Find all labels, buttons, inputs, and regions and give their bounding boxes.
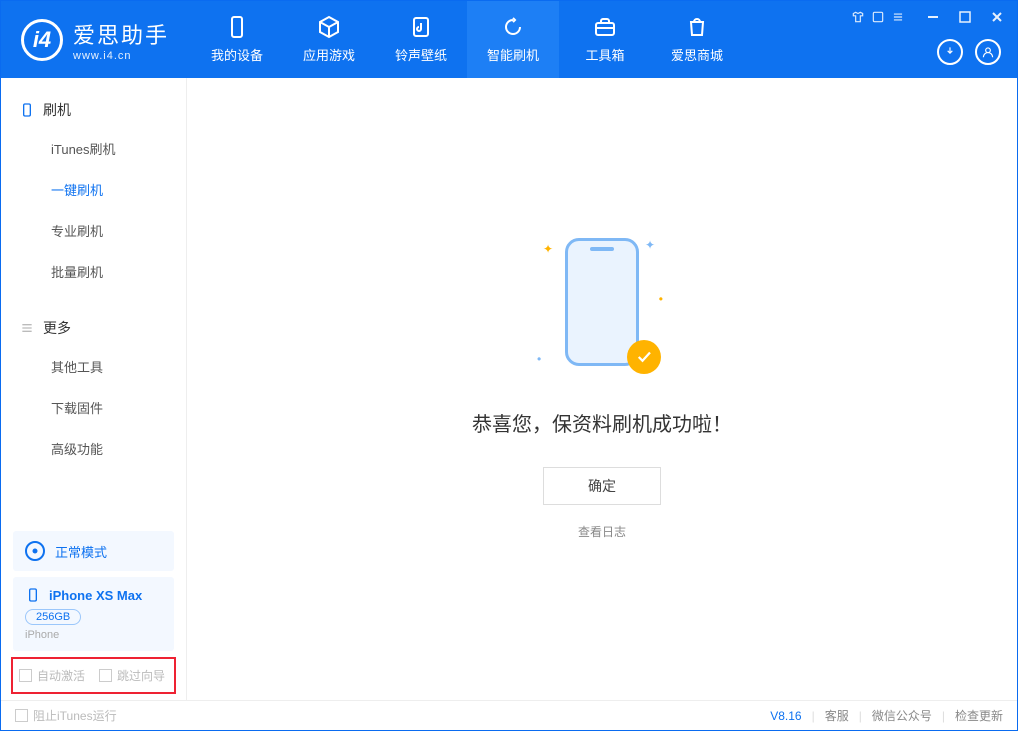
nav-store[interactable]: 爱思商城 (651, 1, 743, 78)
sidebar-item-other-tools[interactable]: 其他工具 (1, 346, 186, 387)
music-icon (409, 15, 433, 39)
nav-flash[interactable]: 智能刷机 (467, 1, 559, 78)
check-icon (627, 340, 661, 374)
app-name-en: www.i4.cn (73, 50, 169, 62)
nav-apps[interactable]: 应用游戏 (283, 1, 375, 78)
footer: 阻止iTunes运行 V8.16 | 客服 | 微信公众号 | 检查更新 (1, 700, 1017, 730)
nav-toolbox[interactable]: 工具箱 (559, 1, 651, 78)
ok-button[interactable]: 确定 (543, 467, 661, 505)
bag-icon (685, 15, 709, 39)
menu-icon[interactable] (891, 10, 905, 24)
mode-icon (25, 541, 45, 561)
device-icon (19, 102, 35, 118)
auto-activate-checkbox[interactable]: 自动激活 (19, 667, 85, 684)
skip-guide-checkbox[interactable]: 跳过向导 (99, 667, 165, 684)
main-content: ✦✦•• 恭喜您，保资料刷机成功啦！ 确定 查看日志 (187, 78, 1017, 700)
header: i4 爱思助手 www.i4.cn 我的设备 应用游戏 铃声壁纸 智能刷机 (1, 1, 1017, 78)
nav-my-device[interactable]: 我的设备 (191, 1, 283, 78)
phone-icon (25, 587, 41, 603)
skin-icon[interactable] (851, 10, 865, 24)
device-type: iPhone (25, 629, 162, 641)
block-itunes-checkbox[interactable]: 阻止iTunes运行 (15, 707, 117, 724)
sidebar-item-download-firmware[interactable]: 下载固件 (1, 387, 186, 428)
sidebar-group-flash[interactable]: 刷机 (1, 92, 186, 128)
feedback-icon[interactable] (871, 10, 885, 24)
sidebar-item-advanced[interactable]: 高级功能 (1, 428, 186, 469)
main-nav: 我的设备 应用游戏 铃声壁纸 智能刷机 工具箱 爱思商城 (191, 1, 743, 78)
device-capacity: 256GB (25, 609, 81, 625)
sidebar-item-oneclick-flash[interactable]: 一键刷机 (1, 169, 186, 210)
view-log-link[interactable]: 查看日志 (578, 523, 626, 540)
maximize-button[interactable] (953, 7, 977, 27)
logo: i4 爱思助手 www.i4.cn (1, 1, 191, 78)
close-button[interactable] (985, 7, 1009, 27)
app-name-cn: 爱思助手 (73, 18, 169, 50)
download-button[interactable] (937, 39, 963, 65)
mode-indicator[interactable]: 正常模式 (13, 531, 174, 571)
user-button[interactable] (975, 39, 1001, 65)
window-controls (851, 7, 1009, 27)
sidebar-item-itunes-flash[interactable]: iTunes刷机 (1, 128, 186, 169)
mode-label: 正常模式 (55, 542, 107, 561)
sidebar: 刷机 iTunes刷机 一键刷机 专业刷机 批量刷机 更多 其他工具 下载固件 … (1, 78, 187, 700)
refresh-icon (501, 15, 525, 39)
device-name: iPhone XS Max (49, 588, 142, 603)
minimize-button[interactable] (921, 7, 945, 27)
version-label: V8.16 (770, 709, 801, 723)
device-panel[interactable]: iPhone XS Max 256GB iPhone (13, 577, 174, 651)
nav-ringtones[interactable]: 铃声壁纸 (375, 1, 467, 78)
footer-link-update[interactable]: 检查更新 (955, 707, 1003, 724)
footer-link-service[interactable]: 客服 (825, 707, 849, 724)
logo-icon: i4 (21, 19, 63, 61)
footer-link-wechat[interactable]: 微信公众号 (872, 707, 932, 724)
sidebar-group-more[interactable]: 更多 (1, 310, 186, 346)
success-message: 恭喜您，保资料刷机成功啦！ (472, 408, 732, 437)
toolbox-icon (593, 15, 617, 39)
cube-icon (317, 15, 341, 39)
list-icon (19, 320, 35, 336)
success-illustration: ✦✦•• (547, 238, 657, 388)
sidebar-item-batch-flash[interactable]: 批量刷机 (1, 251, 186, 292)
phone-icon (225, 15, 249, 39)
checkbox-row-highlighted: 自动激活 跳过向导 (11, 657, 176, 694)
sidebar-item-pro-flash[interactable]: 专业刷机 (1, 210, 186, 251)
